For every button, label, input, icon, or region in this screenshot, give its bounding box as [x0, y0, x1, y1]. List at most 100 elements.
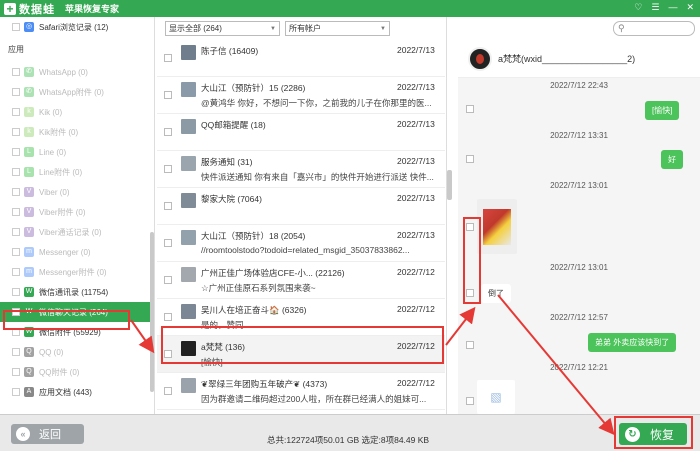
checkbox[interactable] [164, 239, 172, 247]
sidebar-item[interactable]: A 应用文档 (443) [0, 382, 152, 402]
line-attachment-icon: L [24, 167, 34, 177]
conversation-name: 黎家大院 (7064) [201, 194, 262, 204]
conversation-preview: 快件派送通知 你有来自「嘉兴市」的快件开始进行派送 快件... [201, 172, 434, 182]
account-filter-select[interactable]: 所有帐户 ▼ [285, 21, 390, 36]
checkbox[interactable] [12, 208, 20, 216]
conversation-row[interactable]: 大山江（预防针）18 (2054) 2022/7/13 //roomtoolstod… [157, 225, 445, 262]
checkbox[interactable] [164, 202, 172, 210]
conversation-date: 2022/7/13 [397, 45, 435, 55]
back-button[interactable]: « 返回 [11, 424, 84, 444]
image-message[interactable]: ▧ [477, 380, 515, 414]
sidebar-item-label: Line附件 (0) [39, 167, 83, 177]
sidebar-item-label: Messenger附件 (0) [39, 267, 107, 277]
timestamp: 2022/7/12 22:43 [550, 81, 608, 90]
sidebar-item-label: WhatsApp (0) [39, 67, 88, 77]
conversation-row[interactable]: ❦翠绿三年团购五年破产❦ (4373) 2022/7/12 因为群邀请二维码超过20… [157, 373, 445, 410]
highlight-box [614, 416, 693, 449]
minimize-icon[interactable]: — [668, 2, 677, 13]
close-icon[interactable]: ✕ [686, 2, 694, 13]
conversation-row[interactable]: QQ邮箱提醒 (18) 2022/7/13 [157, 114, 445, 151]
sidebar-item[interactable]: Q QQ附件 (0) [0, 362, 152, 382]
conversation-row[interactable]: 大山江（预防针）15 (2286) 2022/7/13 @黄鸿华 你好，不想问一下你… [157, 77, 445, 114]
sidebar-item[interactable]: V Viber (0) [0, 182, 152, 202]
checkbox[interactable] [164, 165, 172, 173]
checkbox[interactable] [12, 88, 20, 96]
show-filter-select[interactable]: 显示全部 (264) ▼ [165, 21, 280, 36]
message-checkbox[interactable] [466, 341, 474, 349]
show-filter-value: 显示全部 (264) [169, 24, 222, 33]
viber-icon: V [24, 187, 34, 197]
sidebar-item-label: WhatsApp附件 (0) [39, 87, 104, 97]
checkbox[interactable] [12, 368, 20, 376]
double-chevron-left-icon: « [16, 427, 30, 441]
checkbox[interactable] [164, 128, 172, 136]
search-input[interactable]: ⚲ [613, 21, 695, 36]
outgoing-message: 弟弟 外卖应该快到了 [588, 333, 677, 352]
avatar [181, 156, 196, 171]
viber-calls-icon: V [24, 227, 34, 237]
checkbox[interactable] [164, 54, 172, 62]
sidebar-item[interactable]: ✆ WhatsApp附件 (0) [0, 82, 152, 102]
checkbox[interactable] [12, 348, 20, 356]
checkbox[interactable] [12, 268, 20, 276]
brand-name: 数据蛙 [19, 3, 55, 16]
checkbox[interactable] [164, 91, 172, 99]
sidebar-item[interactable]: Q QQ (0) [0, 342, 152, 362]
menu-icon[interactable]: ☰ [651, 2, 659, 13]
avatar [468, 46, 492, 71]
checkbox[interactable] [12, 288, 20, 296]
image-message[interactable] [477, 199, 517, 254]
sidebar-scrollbar[interactable] [150, 232, 154, 392]
kik-icon: k [24, 107, 34, 117]
checkbox[interactable] [164, 313, 172, 321]
conversation-preview: ☆广州正佳原石系列氛围来袭~ [201, 283, 316, 293]
conversation-preview: 因为群邀请二维码超过200人啦，所在群已经满人的姐妹可... [201, 394, 427, 404]
checkbox[interactable] [12, 68, 20, 76]
conversation-row[interactable]: 服务通知 (31) 2022/7/13 快件派送通知 你有来自「嘉兴市」的快件开始进… [157, 151, 445, 188]
message-checkbox[interactable] [466, 397, 474, 405]
sidebar-item[interactable]: k Kik附件 (0) [0, 122, 152, 142]
checkbox[interactable] [12, 23, 20, 31]
avatar [181, 193, 196, 208]
sidebar-item[interactable]: m Messenger (0) [0, 242, 152, 262]
checkbox[interactable] [12, 108, 20, 116]
checkbox[interactable] [12, 388, 20, 396]
avatar [181, 378, 196, 393]
checkbox[interactable] [12, 188, 20, 196]
list-scrollbar[interactable] [447, 170, 452, 200]
conversation-name: 大山江（预防针）15 (2286) [201, 83, 306, 93]
sidebar-item[interactable]: L Line附件 (0) [0, 162, 152, 182]
search-icon: ⚲ [618, 23, 625, 33]
qq-icon: Q [24, 347, 34, 357]
checkbox[interactable] [12, 148, 20, 156]
whatsapp-icon: ✆ [24, 67, 34, 77]
conversation-row[interactable]: 陈子信 (16409) 2022/7/13 [157, 40, 445, 77]
checkbox[interactable] [12, 248, 20, 256]
message-checkbox[interactable] [466, 105, 474, 113]
checkbox[interactable] [12, 128, 20, 136]
whatsapp-attachment-icon: ✆ [24, 87, 34, 97]
conversation-preview: //roomtoolstodo?todoid=related_msgid_350… [201, 245, 410, 255]
sidebar-item[interactable]: V Viber附件 (0) [0, 202, 152, 222]
checkbox[interactable] [164, 276, 172, 284]
checkbox[interactable] [12, 228, 20, 236]
checkbox[interactable] [12, 168, 20, 176]
favorite-icon[interactable]: ♡ [634, 2, 642, 13]
conversation-date: 2022/7/13 [397, 82, 435, 92]
image-placeholder-icon: ▧ [490, 390, 502, 404]
chat-header: a梵梵(wxid_________________2) [458, 40, 700, 78]
message-checkbox[interactable] [466, 155, 474, 163]
timestamp: 2022/7/12 13:31 [550, 131, 608, 140]
sidebar-item[interactable]: k Kik (0) [0, 102, 152, 122]
sidebar-item[interactable]: m Messenger附件 (0) [0, 262, 152, 282]
sidebar-item[interactable]: W 微信通讯录 (11754) [0, 282, 152, 302]
sidebar-item[interactable]: V Viber通话记录 (0) [0, 222, 152, 242]
sidebar-item[interactable]: ✆ WhatsApp (0) [0, 62, 152, 82]
sidebar-item[interactable]: L Line (0) [0, 142, 152, 162]
checkbox[interactable] [164, 387, 172, 395]
viber-attachment-icon: V [24, 207, 34, 217]
conversation-row[interactable]: 黎家大院 (7064) 2022/7/13 [157, 188, 445, 225]
sidebar-item-safari-history[interactable]: ◎ Safari浏览记录 (12) [0, 17, 152, 37]
conversation-row[interactable]: 广州正佳广场体验店CFE-小... (22126) 2022/7/12 ☆广州正佳原… [157, 262, 445, 299]
back-button-label: 返回 [39, 429, 61, 441]
